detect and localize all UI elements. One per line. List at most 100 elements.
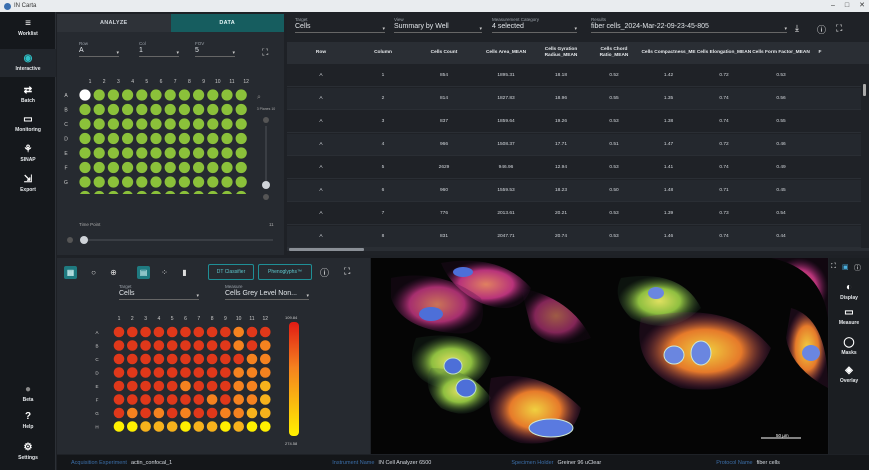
plate-well[interactable] <box>93 176 105 188</box>
category-select[interactable]: Measurement Category 4 selected ▾ <box>492 17 577 33</box>
heatmap-well[interactable] <box>113 380 125 392</box>
heatmap-well[interactable] <box>233 421 244 432</box>
plate-well[interactable] <box>108 190 119 194</box>
plate-well[interactable] <box>178 161 190 174</box>
column-header[interactable]: Column <box>355 50 411 56</box>
heatmap-well[interactable] <box>206 380 218 392</box>
time-prev-handle[interactable] <box>67 237 73 243</box>
sidebar-item-help[interactable]: ? Help <box>0 412 56 431</box>
heatmap-well[interactable] <box>127 394 138 405</box>
heatmap-well[interactable] <box>206 367 218 378</box>
column-header[interactable]: Cells Elongation_MEAN <box>696 50 752 56</box>
heatmap-well[interactable] <box>193 380 205 392</box>
heatmap-well[interactable] <box>153 421 165 432</box>
expand-icon[interactable]: ⛶ <box>831 263 836 271</box>
heatmap-well[interactable] <box>193 421 205 432</box>
tool-overlay[interactable]: ◈ Overlay <box>829 366 869 385</box>
plate-well[interactable] <box>164 147 176 159</box>
sidebar-item-settings[interactable]: ⚙ Settings <box>0 443 56 462</box>
heatmap-measure-select[interactable]: Measure Cells Grey Level Non... ▾ <box>225 284 309 300</box>
plate-well[interactable] <box>122 118 134 130</box>
plate-well[interactable] <box>235 118 247 130</box>
heatmap-well[interactable] <box>113 421 125 432</box>
heatmap-well[interactable] <box>260 340 271 351</box>
expand-icon[interactable]: ⛶ <box>262 47 268 58</box>
plate-well[interactable] <box>179 190 190 194</box>
plate-well[interactable] <box>79 132 91 145</box>
heatmap-well[interactable] <box>246 367 258 378</box>
heatmap-well[interactable] <box>180 340 191 351</box>
heatmap-well[interactable] <box>220 326 231 338</box>
plate-well[interactable] <box>136 190 147 194</box>
plate-well[interactable] <box>136 176 148 188</box>
row-select[interactable]: Row A ▾ <box>79 41 119 57</box>
plate-well[interactable] <box>164 161 176 174</box>
heatmap-well[interactable] <box>206 407 218 419</box>
plate-well[interactable] <box>79 161 91 174</box>
heatmap-well[interactable] <box>140 353 151 365</box>
plate-well[interactable] <box>178 103 190 116</box>
plane-slider-track[interactable] <box>265 126 267 181</box>
table-row[interactable]: A 5 2629 946.96 12.94 0.53 1.41 0.74 0.49 <box>287 157 861 179</box>
plate-well[interactable] <box>150 132 162 145</box>
sidebar-item-batch[interactable]: ⇄ Batch <box>0 86 56 105</box>
fov-select[interactable]: FOV 5 ▾ <box>195 41 235 57</box>
heatmap-well[interactable] <box>220 340 231 351</box>
column-header[interactable]: Cells Count <box>411 50 477 56</box>
plate-well[interactable] <box>136 161 148 174</box>
vertical-scrollbar[interactable] <box>863 84 866 96</box>
heatmap-well[interactable] <box>220 407 231 419</box>
heatmap-well[interactable] <box>193 394 205 405</box>
heatmap-well[interactable] <box>180 394 191 405</box>
heatmap-well[interactable] <box>260 326 271 338</box>
heatmap-well[interactable] <box>193 407 205 419</box>
plate-well[interactable] <box>93 132 105 145</box>
plate-well[interactable] <box>178 132 190 145</box>
bar-chart-button[interactable]: ▮ <box>178 266 191 279</box>
heatmap-well[interactable] <box>260 394 271 405</box>
grid-view-button[interactable]: ⊕ <box>107 266 120 279</box>
heatmap-well[interactable] <box>206 421 218 432</box>
plate-well[interactable] <box>136 132 148 145</box>
plate-well[interactable] <box>235 147 247 159</box>
time-slider-track[interactable] <box>81 239 273 241</box>
heatmap-well[interactable] <box>166 380 178 392</box>
plate-well[interactable] <box>193 176 205 188</box>
heatmap-well[interactable] <box>246 407 258 419</box>
plate-well[interactable] <box>221 190 233 194</box>
plate-well[interactable] <box>93 103 105 116</box>
heatmap-well[interactable] <box>127 380 138 392</box>
plate-well[interactable] <box>207 190 218 194</box>
plate-well[interactable] <box>193 89 205 101</box>
plate-well[interactable] <box>236 190 247 194</box>
plane-top-handle[interactable] <box>263 117 269 123</box>
table-row[interactable]: A 6 960 1559.53 18.23 0.50 1.48 0.71 0.45 <box>287 180 861 202</box>
horizontal-scrollbar-track[interactable] <box>287 248 869 251</box>
search-icon[interactable]: ⌕ <box>257 94 261 102</box>
well-plate-grid[interactable]: 123456789101112ABCDEFGH <box>57 74 284 194</box>
plate-well[interactable] <box>193 161 205 174</box>
heatmap-well[interactable] <box>140 367 151 378</box>
plate-well[interactable] <box>207 89 219 101</box>
expand-icon[interactable]: ⛶ <box>836 23 842 34</box>
heatmap-well[interactable] <box>180 367 191 378</box>
table-row[interactable]: A 8 831 2047.71 20.74 0.53 1.46 0.74 0.44 <box>287 226 861 248</box>
heatmap-well[interactable] <box>206 394 218 405</box>
heatmap-well[interactable] <box>166 340 178 351</box>
heatmap-well[interactable] <box>180 407 191 419</box>
heatmap-well[interactable] <box>220 380 231 392</box>
heatmap-well[interactable] <box>180 326 191 338</box>
heatmap-well[interactable] <box>153 407 165 419</box>
plate-well[interactable] <box>207 118 219 130</box>
plate-well[interactable] <box>79 89 91 101</box>
heatmap-well[interactable] <box>260 421 271 432</box>
heatmap-well[interactable] <box>140 380 151 392</box>
plate-well[interactable] <box>235 176 247 188</box>
heatmap-view-button[interactable]: ▤ <box>137 266 150 279</box>
column-header[interactable]: Cells Chord Ratio_MEAN <box>587 47 641 59</box>
plate-well[interactable] <box>93 161 105 174</box>
heatmap-well[interactable] <box>246 326 258 338</box>
heatmap-well[interactable] <box>260 380 271 392</box>
heatmap-well[interactable] <box>260 353 271 365</box>
plate-well[interactable] <box>122 161 134 174</box>
